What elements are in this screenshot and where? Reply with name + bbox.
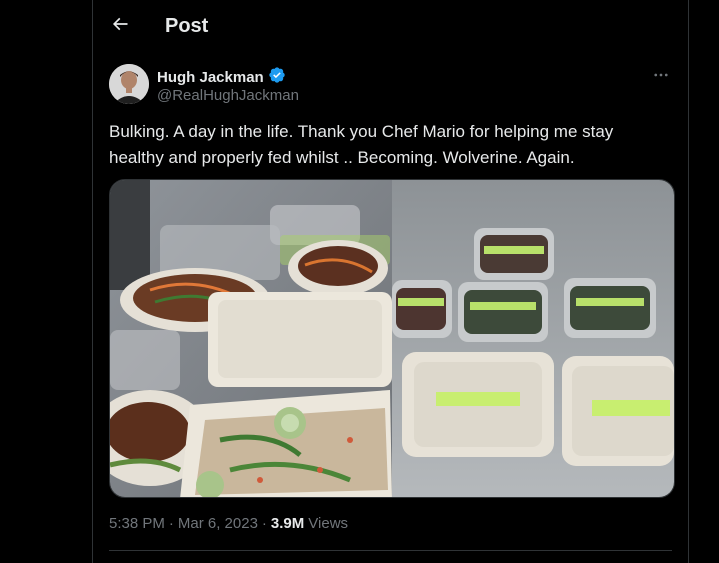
meta-separator: · (168, 515, 174, 532)
back-button[interactable] (103, 9, 137, 43)
author-handle[interactable]: @RealHughJackman (157, 87, 299, 104)
avatar[interactable] (109, 64, 149, 104)
tweet-date[interactable]: Mar 6, 2023 (178, 515, 258, 532)
top-bar: Post (93, 0, 688, 53)
divider (109, 550, 672, 551)
tweet-text: Bulking. A day in the life. Thank you Ch… (109, 122, 614, 167)
verified-badge-icon (268, 66, 286, 88)
views-label: Views (308, 515, 349, 532)
tweet-media[interactable] (109, 179, 675, 498)
page-title: Post (165, 15, 209, 37)
more-dots-icon (652, 66, 670, 89)
main-column: Post Hugh Jackman @RealHughJackman Bulki… (92, 0, 689, 563)
more-options-button[interactable] (648, 64, 674, 90)
arrow-left-icon (110, 14, 130, 39)
views-count[interactable]: 3.9M (271, 515, 304, 532)
meal-prep-photo-left[interactable] (110, 180, 392, 497)
meta-separator: · (261, 515, 267, 532)
meal-prep-photo-right[interactable] (392, 180, 674, 497)
author-name-text: Hugh Jackman (157, 68, 264, 86)
tweet-meta: 5:38 PM · Mar 6, 2023 · 3.9M Views (109, 515, 348, 532)
tweet-time[interactable]: 5:38 PM (109, 515, 165, 532)
author-name[interactable]: Hugh Jackman (157, 66, 286, 88)
